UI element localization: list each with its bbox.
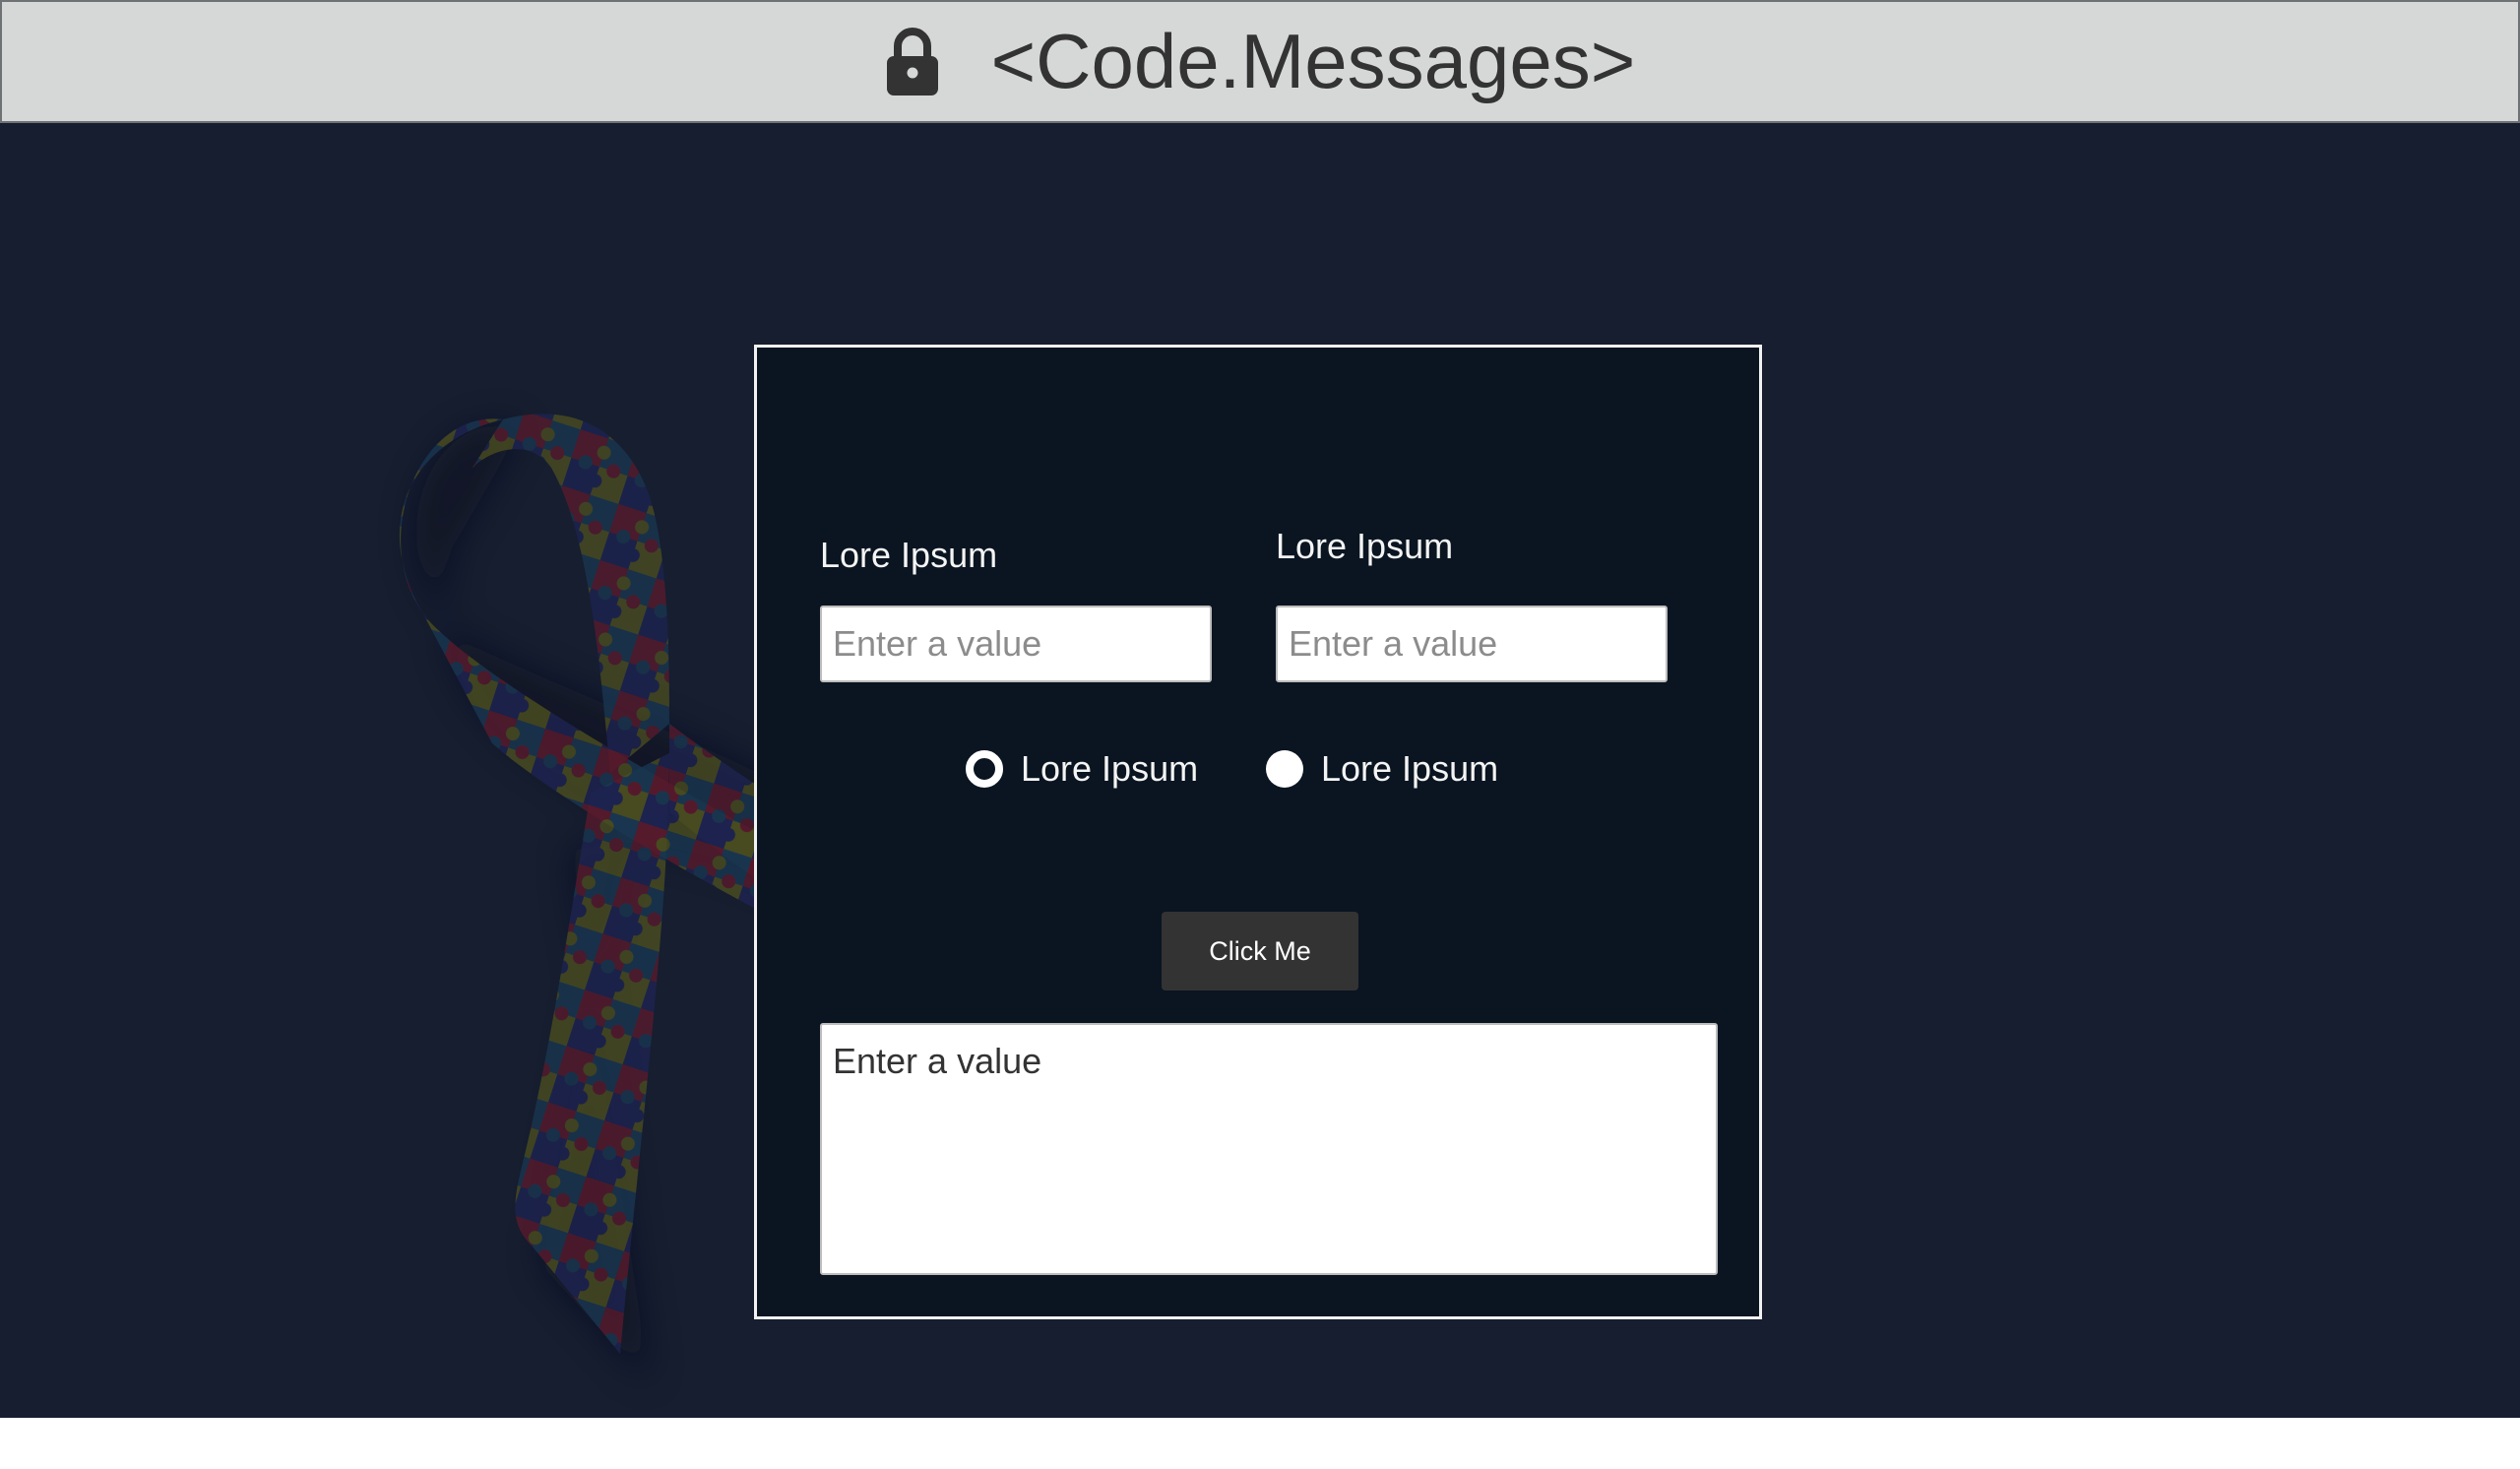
- lock-icon: [886, 27, 938, 96]
- form-card: Lore Ipsum Lore Ipsum Lore Ipsum Lore Ip…: [754, 345, 1762, 1319]
- click-me-button[interactable]: Click Me: [1162, 912, 1358, 990]
- message-textarea[interactable]: [820, 1023, 1718, 1275]
- radio-option-2[interactable]: Lore Ipsum: [1266, 748, 1498, 790]
- radio-option-1-label: Lore Ipsum: [1021, 748, 1199, 789]
- app-title: <Code.Messages>: [990, 18, 1636, 104]
- radio-button-checked[interactable]: [966, 750, 1003, 788]
- radio-button-unchecked[interactable]: [1266, 750, 1303, 788]
- main-content: Lore Ipsum Lore Ipsum Lore Ipsum Lore Ip…: [0, 123, 2520, 1418]
- page-bottom-strip: [0, 1418, 2520, 1469]
- header-brand: <Code.Messages>: [885, 17, 1636, 106]
- field-2-label: Lore Ipsum: [1276, 526, 1454, 566]
- field-1-label: Lore Ipsum: [820, 535, 998, 575]
- radio-option-2-label: Lore Ipsum: [1321, 748, 1499, 789]
- field-1-input[interactable]: [820, 606, 1212, 682]
- radio-option-1[interactable]: Lore Ipsum: [966, 748, 1198, 790]
- field-2-input[interactable]: [1276, 606, 1668, 682]
- app-header: <Code.Messages>: [0, 0, 2520, 123]
- page: <Code.Messages> Lore Ipsum Enter a value…: [0, 0, 2520, 1469]
